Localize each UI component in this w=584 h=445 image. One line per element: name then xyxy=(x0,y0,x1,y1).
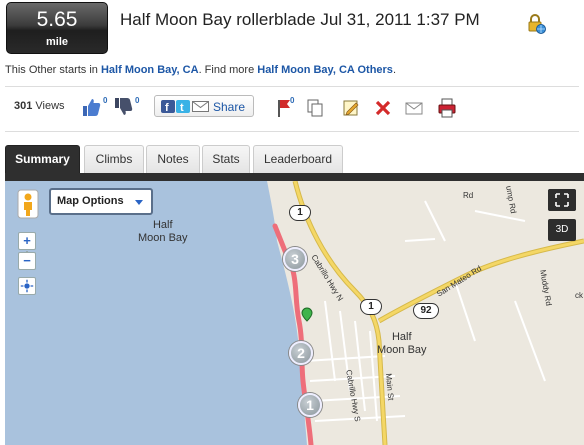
mile-marker[interactable]: 2 xyxy=(289,341,313,365)
chevron-down-icon xyxy=(135,200,143,205)
start-location-link[interactable]: Half Moon Bay, CA xyxy=(101,64,199,76)
edit-icon[interactable] xyxy=(342,98,360,118)
activity-description: This Other starts in Half Moon Bay, CA. … xyxy=(5,64,396,76)
map-options-dropdown[interactable]: Map Options xyxy=(49,188,153,215)
mile-marker[interactable]: 1 xyxy=(298,393,322,417)
flags-count: 0 xyxy=(290,96,295,105)
tab-stats[interactable]: Stats xyxy=(202,145,250,173)
tab-summary[interactable]: Summary xyxy=(5,145,80,173)
pegman-icon[interactable] xyxy=(17,189,39,219)
distance-badge: 5.65 mile xyxy=(6,2,108,54)
thumbs-down-icon[interactable] xyxy=(112,97,136,117)
divider xyxy=(5,86,579,87)
copy-icon[interactable] xyxy=(306,98,324,118)
tab-underline xyxy=(5,173,584,181)
lock-globe-icon[interactable] xyxy=(526,13,546,35)
more-activities-link[interactable]: Half Moon Bay, CA Others xyxy=(257,64,393,76)
divider xyxy=(5,131,579,132)
views-counter: 301 Views xyxy=(14,100,65,112)
svg-text:t: t xyxy=(180,102,184,113)
map-view[interactable]: Half Moon Bay Half Moon Bay Cabrillo Hwy… xyxy=(5,181,584,445)
mile-marker[interactable]: 3 xyxy=(283,247,307,271)
fullscreen-icon[interactable] xyxy=(548,189,576,211)
svg-text:f: f xyxy=(165,102,169,113)
thumbs-up-icon[interactable] xyxy=(80,97,104,117)
message-icon[interactable] xyxy=(405,98,423,118)
tab-notes[interactable]: Notes xyxy=(146,145,200,173)
tab-climbs[interactable]: Climbs xyxy=(84,145,144,173)
highway-1-shield: 1 xyxy=(289,205,311,221)
zoom-in-button[interactable]: + xyxy=(18,232,36,250)
likes-count: 0 xyxy=(103,96,108,105)
ocean-label: Half Moon Bay xyxy=(138,219,188,244)
share-label: Share xyxy=(213,100,246,114)
print-icon[interactable] xyxy=(438,98,456,118)
twitter-icon[interactable]: t xyxy=(176,100,190,113)
delete-icon[interactable] xyxy=(374,98,392,118)
reset-view-icon[interactable] xyxy=(18,277,36,295)
3d-button[interactable]: 3D xyxy=(548,219,576,241)
road-label-rd: Rd xyxy=(463,191,474,200)
email-icon[interactable] xyxy=(192,101,209,112)
town-label: Half Moon Bay xyxy=(377,331,427,356)
distance-value: 5.65 xyxy=(36,8,78,31)
share-widget[interactable]: f t Share xyxy=(154,95,254,117)
tab-leaderboard[interactable]: Leaderboard xyxy=(253,145,343,173)
activity-title: Half Moon Bay rollerblade Jul 31, 2011 1… xyxy=(120,10,480,29)
highway-1-shield: 1 xyxy=(360,299,382,315)
highway-92-shield: 92 xyxy=(413,303,439,319)
distance-unit: mile xyxy=(45,36,68,48)
dislikes-count: 0 xyxy=(135,96,140,105)
road-label-ck: ck xyxy=(575,291,583,300)
facebook-icon[interactable]: f xyxy=(161,100,175,113)
zoom-out-button[interactable]: − xyxy=(18,252,36,270)
